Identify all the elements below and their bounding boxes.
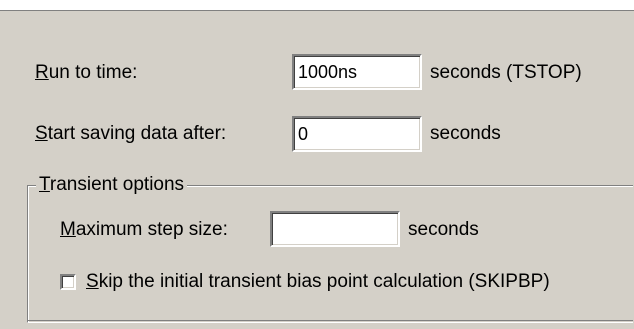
run-to-time-units: seconds (TSTOP)	[430, 62, 582, 83]
run-to-time-input[interactable]: 1000ns	[292, 54, 422, 90]
transient-options-group	[27, 185, 633, 323]
start-saving-label: Start saving data after:	[35, 123, 226, 145]
start-saving-label-text: tart saving data after:	[47, 123, 227, 144]
skip-bias-hotkey: S	[86, 271, 99, 292]
transient-options-title-text: ransient options	[49, 174, 185, 195]
max-step-input[interactable]	[270, 211, 400, 247]
skip-bias-label-text: kip the initial transient bias point cal…	[98, 271, 550, 292]
skip-bias-checkbox[interactable]	[60, 274, 76, 290]
transient-options-hotkey: T	[39, 174, 50, 195]
run-to-time-label: Run to time:	[35, 62, 137, 84]
transient-settings-panel: Run to time: 1000ns seconds (TSTOP) Star…	[0, 0, 634, 329]
transient-options-title: Transient options	[36, 174, 188, 196]
panel-top-edge	[0, 0, 634, 11]
run-to-time-label-text: un to time:	[48, 62, 138, 83]
max-step-label-text: aximum step size:	[75, 219, 228, 240]
skip-bias-label[interactable]: Skip the initial transient bias point ca…	[86, 271, 550, 293]
transient-options-group-bottom	[27, 320, 633, 321]
run-to-time-hotkey: R	[35, 62, 49, 83]
start-saving-hotkey: S	[35, 123, 48, 144]
max-step-label: Maximum step size:	[60, 219, 228, 241]
start-saving-input[interactable]: 0	[292, 116, 422, 152]
max-step-units: seconds	[408, 219, 479, 240]
start-saving-units: seconds	[430, 123, 501, 144]
max-step-hotkey: M	[60, 219, 76, 240]
